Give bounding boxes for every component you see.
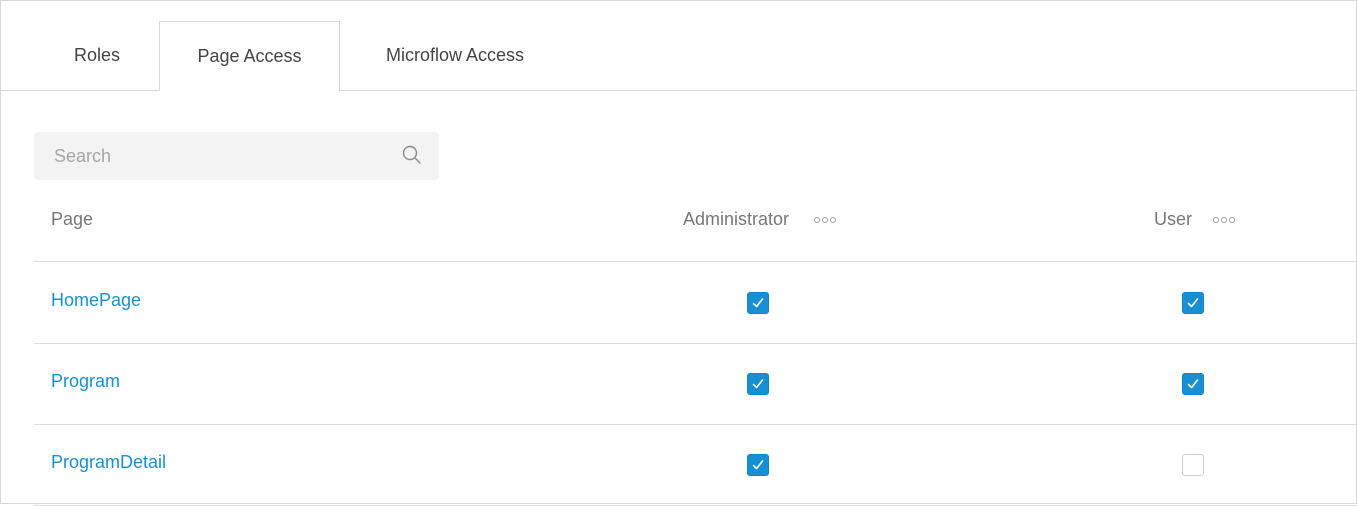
column-header-user: User [1154, 209, 1193, 229]
tab-roles-label: Roles [73, 45, 121, 65]
table-row: Program [34, 343, 1357, 425]
more-options-icon[interactable] [814, 217, 836, 223]
table-header: Page Administrator User [34, 191, 1357, 262]
page-link[interactable]: Program [51, 371, 120, 392]
tab-microflow-access-label: Microflow Access [385, 45, 525, 65]
tab-page-access-label: Page Access [197, 46, 302, 66]
administrator-access-checkbox[interactable] [747, 373, 769, 395]
more-options-icon[interactable] [1213, 217, 1235, 223]
checkmark-icon [1187, 298, 1199, 308]
checkmark-icon [752, 379, 764, 389]
page-access-panel: Roles Page Access Microflow Access Page … [0, 0, 1357, 506]
checkmark-icon [752, 298, 764, 308]
checkmark-icon [1187, 379, 1199, 389]
user-access-checkbox[interactable] [1182, 373, 1204, 395]
search-icon[interactable] [401, 144, 423, 166]
table-row: HomePage [34, 262, 1357, 344]
column-header-administrator: Administrator [683, 209, 790, 229]
table-row: ProgramDetail [34, 424, 1357, 506]
page-link[interactable]: HomePage [51, 290, 141, 311]
column-header-page: Page [51, 209, 94, 229]
search-input[interactable] [34, 132, 394, 180]
tab-page-access[interactable]: Page Access [159, 21, 340, 91]
tab-bar: Roles Page Access Microflow Access [1, 1, 1356, 91]
administrator-access-checkbox[interactable] [747, 454, 769, 476]
administrator-access-checkbox[interactable] [747, 292, 769, 314]
user-access-checkbox[interactable] [1182, 292, 1204, 314]
checkmark-icon [752, 460, 764, 470]
search-box [34, 132, 439, 180]
user-access-checkbox[interactable] [1182, 454, 1204, 476]
page-link[interactable]: ProgramDetail [51, 452, 166, 473]
tab-roles[interactable]: Roles [34, 21, 160, 90]
tab-microflow-access[interactable]: Microflow Access [361, 21, 549, 90]
